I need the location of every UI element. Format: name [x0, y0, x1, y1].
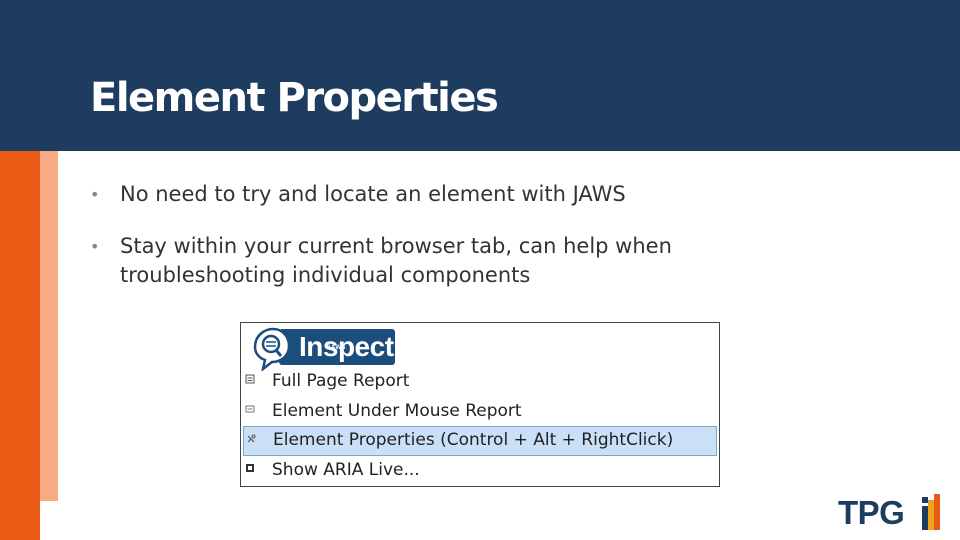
menu-item-label: Show ARIA Live...	[272, 459, 420, 480]
menu-item-full-page-report[interactable]: Full Page Report	[243, 367, 717, 397]
mouse-report-icon	[245, 405, 255, 412]
menu-item-label: Element Under Mouse Report	[272, 400, 522, 421]
accent-bar-dark	[0, 151, 40, 540]
tpgi-logo-mark-icon	[922, 494, 940, 530]
inspect-menu: Full Page Report Element Under Mouse Rep…	[241, 367, 719, 485]
menu-item-element-under-mouse-report[interactable]: Element Under Mouse Report	[243, 397, 717, 427]
menu-item-show-aria-live[interactable]: Show ARIA Live...	[243, 456, 717, 486]
inspect-logo-subtext: JAWS	[327, 345, 347, 351]
inspect-menu-screenshot: JAWS Inspect Full Page Report Element Un…	[240, 322, 720, 487]
tpgi-logo-text: TPG	[838, 494, 905, 531]
speech-bubble-magnifier-icon	[253, 327, 291, 371]
slide-header: Element Properties	[0, 0, 960, 151]
side-accent-bar	[0, 151, 58, 540]
bullet-item: • No need to try and locate an element w…	[86, 180, 786, 209]
report-icon	[245, 374, 255, 384]
accent-bar-light	[40, 151, 58, 501]
inspect-logo: JAWS Inspect	[249, 327, 395, 371]
bullet-dot-icon: •	[90, 237, 100, 256]
bullet-text: Stay within your current browser tab, ca…	[120, 234, 672, 287]
inspect-logo-box: JAWS Inspect	[279, 329, 395, 365]
properties-icon	[247, 434, 256, 443]
menu-item-label: Element Properties (Control + Alt + Righ…	[273, 430, 674, 450]
bullet-list: • No need to try and locate an element w…	[86, 180, 786, 313]
bullet-text: No need to try and locate an element wit…	[120, 182, 626, 206]
bullet-dot-icon: •	[90, 185, 100, 204]
aria-live-icon	[246, 463, 254, 472]
bullet-item: • Stay within your current browser tab, …	[86, 232, 786, 290]
tpgi-logo: TPG	[838, 494, 942, 532]
menu-item-element-properties[interactable]: Element Properties (Control + Alt + Righ…	[243, 426, 717, 456]
slide-title: Element Properties	[90, 75, 499, 121]
menu-item-label: Full Page Report	[272, 371, 410, 391]
